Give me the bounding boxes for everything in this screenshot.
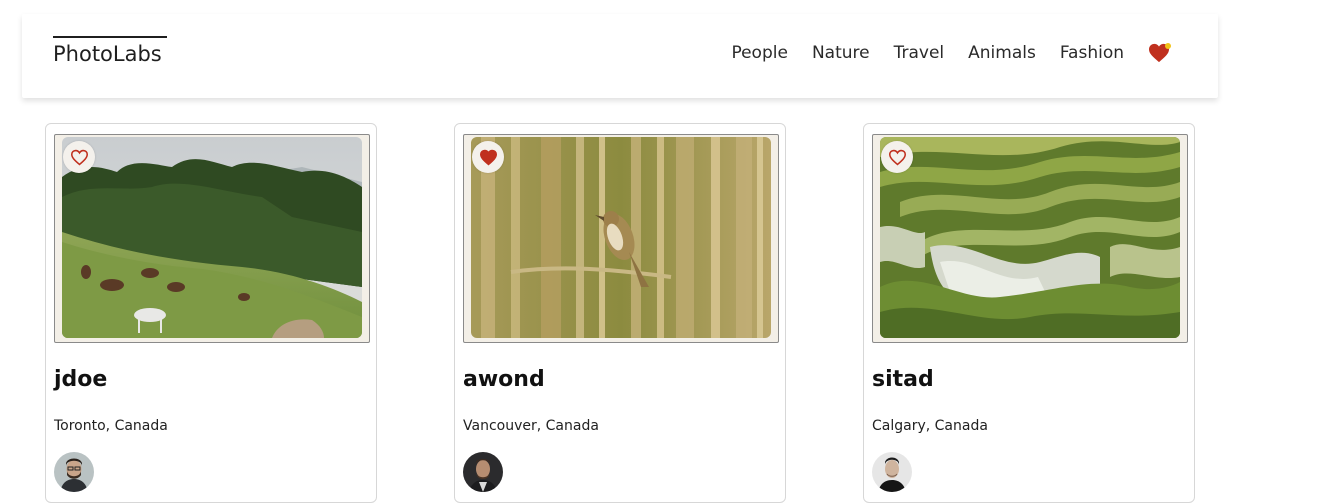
photo-image[interactable] — [62, 137, 362, 338]
photo-card[interactable]: jdoe Toronto, Canada — [45, 123, 377, 503]
photo-card[interactable]: sitad Calgary, Canada — [863, 123, 1195, 503]
topic-fashion[interactable]: Fashion — [1060, 43, 1124, 63]
topic-travel[interactable]: Travel — [894, 43, 945, 63]
heart-outline-icon — [70, 149, 88, 165]
photo-image[interactable] — [880, 137, 1180, 338]
like-button[interactable] — [63, 141, 95, 173]
user-avatar[interactable] — [463, 452, 503, 492]
photo-card[interactable]: awond Vancouver, Canada — [454, 123, 786, 503]
top-navigation-bar: PhotoLabs People Nature Travel Animals F… — [22, 14, 1218, 98]
user-avatar[interactable] — [54, 452, 94, 492]
app-logo[interactable]: PhotoLabs — [53, 42, 162, 66]
heart-filled-icon — [479, 149, 497, 165]
like-button[interactable] — [472, 141, 504, 173]
user-avatar[interactable] — [872, 452, 912, 492]
photo-location: Toronto, Canada — [54, 418, 168, 434]
topic-list: People Nature Travel Animals Fashion — [731, 43, 1171, 63]
like-button[interactable] — [881, 141, 913, 173]
favorites-button[interactable] — [1148, 43, 1171, 63]
photo-image[interactable] — [471, 137, 771, 338]
logo-underline — [53, 36, 167, 38]
heart-outline-icon — [888, 149, 906, 165]
photo-username: awond — [463, 367, 545, 392]
topic-nature[interactable]: Nature — [812, 43, 870, 63]
photo-username: jdoe — [54, 367, 108, 392]
topic-people[interactable]: People — [731, 43, 787, 63]
photo-frame — [54, 134, 370, 343]
photo-location: Vancouver, Canada — [463, 418, 599, 434]
notification-dot — [1165, 43, 1171, 49]
photo-location: Calgary, Canada — [872, 418, 988, 434]
photo-frame — [872, 134, 1188, 343]
photo-frame — [463, 134, 779, 343]
photo-username: sitad — [872, 367, 934, 392]
topic-animals[interactable]: Animals — [968, 43, 1036, 63]
